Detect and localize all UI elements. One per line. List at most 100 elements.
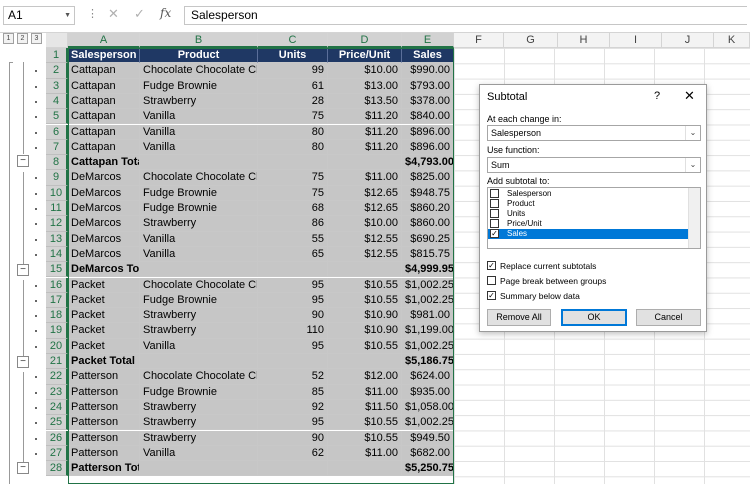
subtotal-field-item[interactable]: Product — [488, 199, 689, 209]
option-checkbox-row[interactable]: Page break between groups — [487, 276, 606, 286]
column-header-d[interactable]: D — [328, 33, 402, 48]
cell-sales[interactable]: $1,002.25 — [402, 277, 454, 293]
row-header[interactable]: 6 — [46, 124, 68, 140]
column-header-h[interactable]: H — [558, 33, 610, 48]
outline-level-3-button[interactable]: 3 — [31, 33, 42, 44]
insert-function-icon[interactable]: fx — [160, 6, 171, 20]
subtotal-field-item[interactable]: ✓ Sales — [488, 229, 689, 239]
cell-units[interactable]: 95 — [258, 292, 328, 309]
cell-salesperson[interactable]: Patterson — [68, 369, 140, 385]
row-header[interactable]: 8 — [46, 155, 68, 171]
column-header-i[interactable]: I — [610, 33, 662, 48]
cell-sales[interactable]: $1,058.00 — [402, 399, 454, 416]
column-header-g[interactable]: G — [504, 33, 558, 48]
cell-product[interactable]: Strawberry — [140, 415, 258, 431]
select-all-corner[interactable] — [46, 33, 68, 48]
cell-salesperson[interactable]: Packet Total — [68, 354, 140, 370]
cell-salesperson[interactable]: Patterson — [68, 415, 140, 431]
cell-units[interactable]: 90 — [258, 308, 328, 324]
cell-product[interactable]: Vanilla — [140, 139, 258, 156]
cell-units[interactable] — [258, 155, 328, 171]
row-header[interactable]: 3 — [46, 78, 68, 94]
cell-salesperson[interactable]: DeMarcos — [68, 231, 140, 247]
cell-units[interactable]: 95 — [258, 338, 328, 354]
chevron-down-icon[interactable]: ▼ — [64, 7, 71, 24]
cell-price-per-unit[interactable]: $11.20 — [328, 139, 402, 156]
cell-product[interactable]: Fudge Brownie — [140, 201, 258, 217]
cell-sales[interactable]: $378.00 — [402, 93, 454, 110]
cell-sales[interactable]: $981.00 — [402, 308, 454, 324]
row-header[interactable]: 28 — [46, 461, 68, 477]
cell-units[interactable]: 68 — [258, 201, 328, 217]
header-cell-product[interactable]: Product — [140, 48, 258, 64]
cell-product[interactable] — [140, 354, 258, 370]
cell-units[interactable]: 28 — [258, 93, 328, 110]
close-icon[interactable]: ✕ — [684, 88, 695, 104]
cell-price-per-unit[interactable]: $10.90 — [328, 308, 402, 324]
cell-product[interactable]: Vanilla — [140, 109, 258, 125]
cell-salesperson[interactable]: Packet — [68, 277, 140, 293]
column-header-c[interactable]: C — [258, 33, 328, 48]
cell-price-per-unit[interactable]: $12.65 — [328, 201, 402, 217]
cell-sales[interactable]: $896.00 — [402, 124, 454, 140]
subtotal-field-item[interactable]: Salesperson — [488, 189, 689, 199]
cell-product[interactable]: Vanilla — [140, 445, 258, 462]
column-header-j[interactable]: J — [662, 33, 714, 48]
cancel-button[interactable]: Cancel — [636, 309, 701, 326]
cell-salesperson[interactable]: DeMarcos — [68, 201, 140, 217]
cell-price-per-unit[interactable]: $10.55 — [328, 277, 402, 293]
cell-product[interactable]: Vanilla — [140, 246, 258, 263]
row-header[interactable]: 4 — [46, 93, 68, 110]
cell-units[interactable]: 86 — [258, 216, 328, 232]
cell-salesperson[interactable]: Patterson — [68, 445, 140, 462]
cell-units[interactable]: 75 — [258, 109, 328, 125]
row-header[interactable]: 18 — [46, 308, 68, 324]
cell-price-per-unit[interactable]: $10.55 — [328, 292, 402, 309]
cell-price-per-unit[interactable] — [328, 262, 402, 278]
cell-sales[interactable]: $860.20 — [402, 201, 454, 217]
checkbox[interactable] — [490, 199, 499, 208]
checkbox[interactable]: ✓ — [487, 291, 496, 300]
cell-price-per-unit[interactable] — [328, 354, 402, 370]
cell-units[interactable]: 62 — [258, 445, 328, 462]
cell-price-per-unit[interactable]: $10.00 — [328, 63, 402, 79]
cell-units[interactable]: 80 — [258, 124, 328, 140]
cell-salesperson[interactable]: Cattapan — [68, 93, 140, 110]
row-header[interactable]: 10 — [46, 185, 68, 201]
column-header-e[interactable]: E — [402, 33, 454, 48]
add-subtotal-list[interactable]: Salesperson Product Units Price/Unit ✓ Sales — [487, 187, 701, 249]
checkbox[interactable]: ✓ — [490, 229, 499, 238]
cell-product[interactable]: Vanilla — [140, 338, 258, 354]
cell-product[interactable]: Strawberry — [140, 216, 258, 232]
cell-salesperson[interactable]: Cattapan — [68, 109, 140, 125]
more-options-icon[interactable]: ⋮ — [87, 7, 98, 20]
row-header[interactable]: 5 — [46, 109, 68, 125]
use-function-select[interactable]: Sum ⌄ — [487, 157, 701, 173]
cell-salesperson[interactable]: DeMarcos Total — [68, 262, 140, 278]
cell-product[interactable]: Strawberry — [140, 93, 258, 110]
cell-product[interactable]: Strawberry — [140, 308, 258, 324]
cell-salesperson[interactable]: DeMarcos — [68, 185, 140, 201]
cell-product[interactable]: Chocolate Chocolate Chip — [140, 63, 258, 79]
chevron-down-icon[interactable]: ⌄ — [685, 126, 700, 140]
cell-price-per-unit[interactable]: $10.90 — [328, 323, 402, 339]
cell-price-per-unit[interactable]: $11.50 — [328, 399, 402, 416]
cell-price-per-unit[interactable]: $12.55 — [328, 246, 402, 263]
cell-price-per-unit[interactable]: $11.00 — [328, 170, 402, 186]
collapse-group-button[interactable]: − — [17, 155, 29, 167]
row-header[interactable]: 7 — [46, 139, 68, 156]
cell-price-per-unit[interactable]: $13.00 — [328, 78, 402, 94]
cell-units[interactable] — [258, 262, 328, 278]
header-cell-units[interactable]: Units — [258, 48, 328, 64]
cell-salesperson[interactable]: DeMarcos — [68, 246, 140, 263]
cell-sales[interactable]: $690.25 — [402, 231, 454, 247]
cell-price-per-unit[interactable]: $10.55 — [328, 430, 402, 446]
cell-sales[interactable]: $840.00 — [402, 109, 454, 125]
row-header[interactable]: 27 — [46, 445, 68, 462]
row-header[interactable]: 2 — [46, 63, 68, 79]
cell-salesperson[interactable]: Patterson — [68, 430, 140, 446]
row-header[interactable]: 16 — [46, 277, 68, 293]
subtotal-field-item[interactable]: Units — [488, 209, 689, 219]
row-header[interactable]: 13 — [46, 231, 68, 247]
cell-sales[interactable]: $793.00 — [402, 78, 454, 94]
